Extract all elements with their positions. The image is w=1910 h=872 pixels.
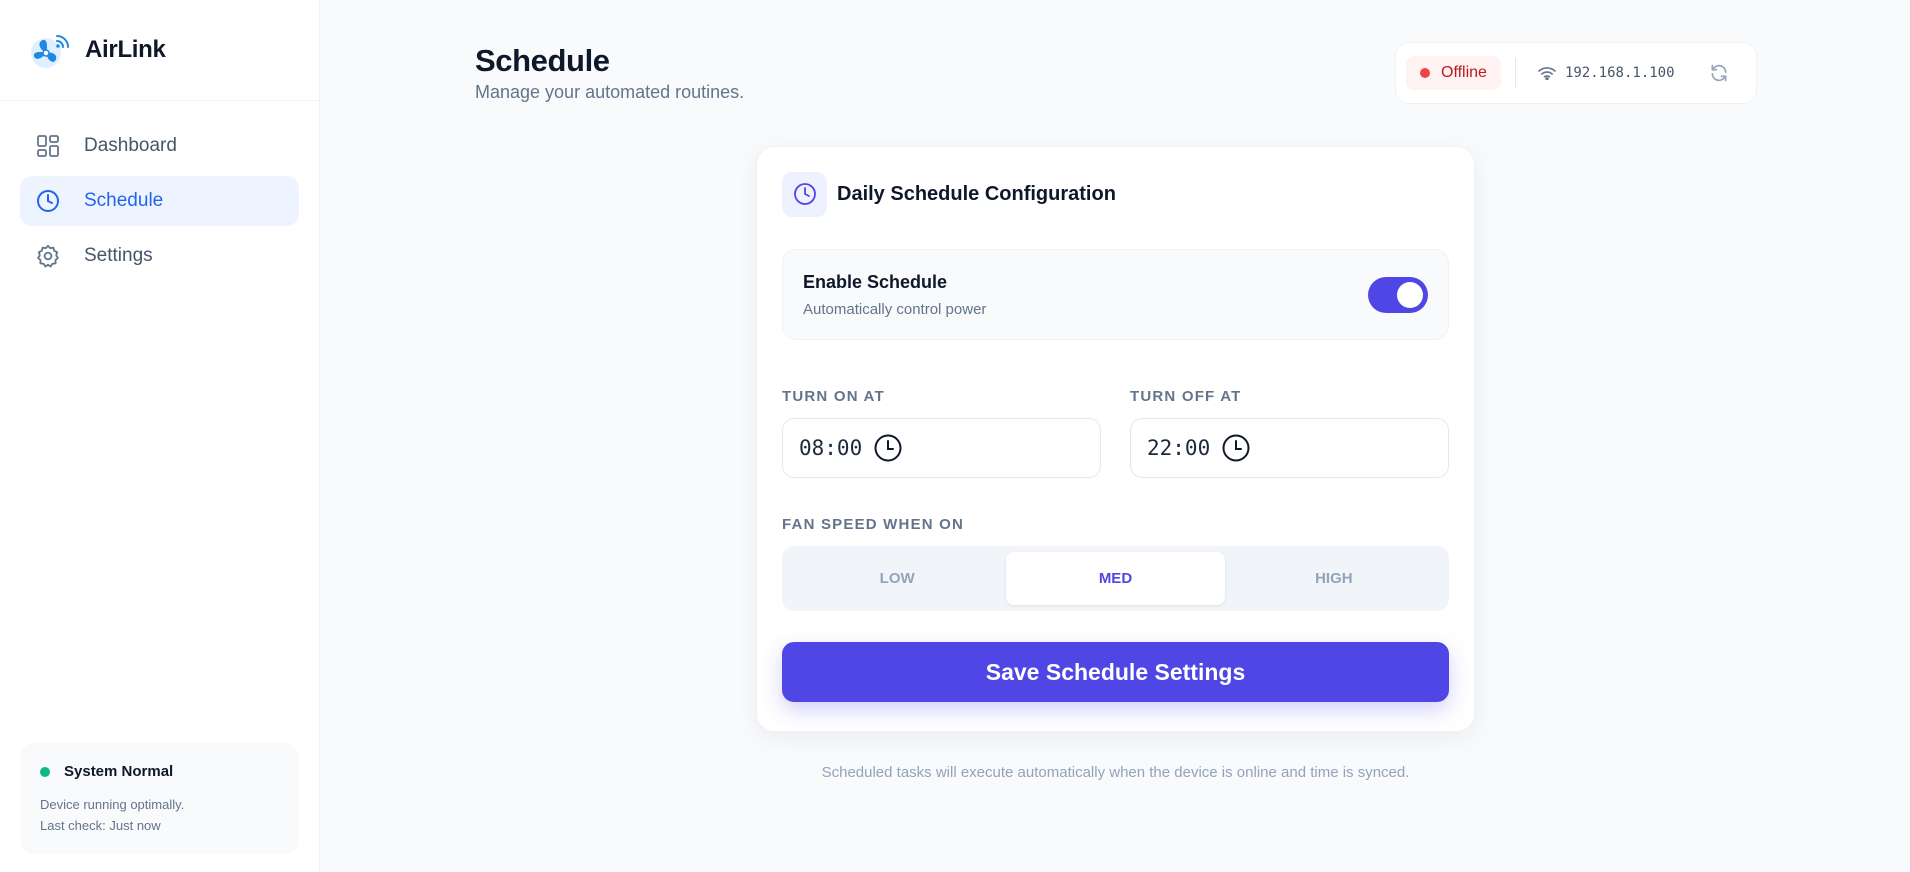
sidebar-item-label: Dashboard [84, 135, 177, 156]
sidebar-nav: Dashboard Schedule Settings [0, 101, 319, 286]
page-subtitle: Manage your automated routines. [475, 82, 745, 102]
fan-speed-med[interactable]: MED [1006, 552, 1225, 605]
sidebar-item-dashboard[interactable]: Dashboard [20, 121, 299, 171]
card-title: Daily Schedule Configuration [837, 182, 1116, 205]
fan-speed-high[interactable]: HIGH [1225, 552, 1443, 605]
status-dot [40, 766, 50, 777]
connection-status: Offline 192.168.1.100 [1395, 42, 1757, 104]
footnote: Scheduled tasks will execute automatical… [821, 764, 1410, 781]
wifi-icon [1538, 66, 1556, 80]
system-status-title-row: System Normal [40, 763, 279, 780]
sidebar-item-label: Settings [84, 245, 153, 266]
fan-speed-label: FAN SPEED WHEN ON [782, 516, 965, 533]
clock-icon[interactable] [873, 433, 903, 463]
turn-on-label: TURN ON AT [782, 388, 885, 405]
sidebar-item-label: Schedule [84, 190, 164, 211]
turn-off-time-value: 22:00 [1147, 436, 1211, 460]
fan-speed-selector: LOW MED HIGH [782, 546, 1449, 611]
ip-address-text: 192.168.1.100 [1564, 65, 1675, 81]
sidebar-item-schedule[interactable]: Schedule [20, 176, 299, 226]
system-status-card: System Normal Device running optimally. … [20, 743, 299, 854]
divider [1514, 58, 1516, 88]
enable-schedule-text: Enable Schedule Automatically control po… [803, 272, 986, 318]
offline-dot [1420, 68, 1430, 78]
enable-schedule-title: Enable Schedule [803, 271, 948, 292]
turn-on-group: TURN ON AT 08:00 [782, 388, 1101, 478]
turn-on-time-input[interactable]: 08:00 [782, 418, 1101, 478]
save-schedule-button[interactable]: Save Schedule Settings [782, 642, 1449, 702]
clock-icon[interactable] [1221, 433, 1251, 463]
gear-icon [35, 243, 61, 269]
refresh-icon [1709, 63, 1729, 83]
time-row: TURN ON AT 08:00 TURN OFF AT 22:00 [782, 388, 1449, 478]
app-root: AirLink Dashboard Schedule Settings Syst… [0, 0, 1910, 872]
turn-off-group: TURN OFF AT 22:00 [1130, 388, 1449, 478]
fan-wifi-icon [29, 29, 71, 71]
main-content: Schedule Manage your automated routines.… [320, 0, 1910, 872]
ip-address: 192.168.1.100 [1538, 65, 1675, 81]
turn-on-time-value: 08:00 [799, 436, 863, 460]
clock-icon [782, 171, 827, 217]
sidebar: AirLink Dashboard Schedule Settings Syst… [0, 0, 320, 872]
enable-schedule-toggle[interactable] [1368, 276, 1428, 313]
system-status-line1: Device running optimally. [40, 797, 185, 812]
grid-icon [35, 133, 61, 159]
turn-off-time-input[interactable]: 22:00 [1130, 418, 1449, 478]
status-badge: Offline [1406, 56, 1501, 90]
status-badge-label: Offline [1441, 64, 1487, 81]
sidebar-item-settings[interactable]: Settings [20, 231, 299, 281]
system-status-title: System Normal [64, 763, 174, 780]
app-name: AirLink [85, 36, 166, 63]
page-title: Schedule [475, 43, 610, 78]
schedule-card: Daily Schedule Configuration Enable Sche… [756, 146, 1475, 732]
system-status-line2: Last check: Just now [40, 818, 161, 833]
enable-schedule-subtitle: Automatically control power [803, 300, 987, 318]
toggle-knob [1397, 281, 1423, 308]
clock-icon [35, 188, 61, 214]
brand: AirLink [0, 0, 319, 101]
refresh-button[interactable] [1709, 63, 1729, 83]
fan-speed-low[interactable]: LOW [788, 552, 1006, 605]
enable-schedule-row: Enable Schedule Automatically control po… [782, 249, 1449, 340]
card-header: Daily Schedule Configuration [782, 171, 1449, 217]
turn-off-label: TURN OFF AT [1130, 388, 1242, 405]
